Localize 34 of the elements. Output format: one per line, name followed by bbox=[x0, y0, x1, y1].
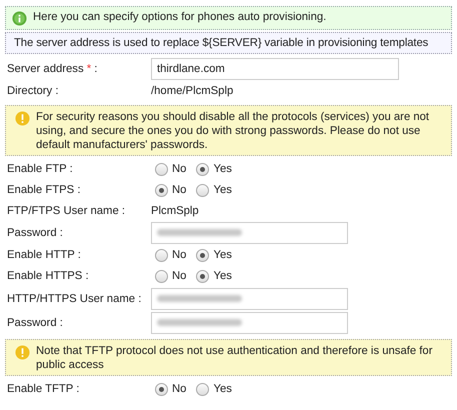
blurred-input-field[interactable] bbox=[151, 312, 348, 334]
field-label: Enable TFTP : bbox=[6, 382, 80, 398]
radio-option[interactable]: No bbox=[151, 247, 186, 264]
field-label: Directory : bbox=[6, 84, 60, 99]
field-label: Enable HTTP : bbox=[6, 248, 82, 264]
field-label: Password : bbox=[7, 316, 63, 329]
radio-option[interactable]: Yes bbox=[192, 381, 232, 398]
radio-option[interactable]: Yes bbox=[192, 161, 232, 178]
field-label: Enable HTTPS : bbox=[6, 269, 90, 284]
note-message: The server address is used to replace ${SERVER} variable in provisioning templates bbox=[14, 36, 428, 50]
warning-icon bbox=[15, 345, 30, 360]
radio-option[interactable]: Yes bbox=[192, 247, 232, 264]
field-value: PlcmSplp bbox=[151, 204, 199, 219]
radio-option[interactable]: No bbox=[151, 268, 186, 285]
radio-option[interactable]: No bbox=[151, 161, 186, 178]
warning-icon bbox=[15, 111, 30, 126]
radio-option[interactable]: Yes bbox=[192, 182, 232, 199]
blurred-input-field[interactable] bbox=[151, 288, 348, 310]
warning-message: Note that TFTP protocol does not use authentication and therefore is unsafe for public access bbox=[36, 344, 434, 372]
warning-message: For security reasons you should disable all the protocols (services) you are not using, and secure the ones you do with strong passwords. Please do not use default manufacturers' passwords. bbox=[36, 110, 430, 152]
blurred-input-field[interactable] bbox=[151, 222, 348, 244]
field-label: Enable FTPS : bbox=[6, 183, 82, 198]
field-label: Password : bbox=[7, 226, 63, 239]
input-field[interactable]: thirdlane.com bbox=[151, 58, 399, 80]
radio-option[interactable]: Yes bbox=[192, 268, 232, 285]
radio-option[interactable]: No bbox=[151, 182, 186, 199]
info-message: Here you can specify options for phones auto provisioning. bbox=[33, 10, 326, 24]
field-value: /home/PlcmSplp bbox=[151, 84, 234, 99]
radio-option[interactable]: No bbox=[151, 381, 186, 398]
field-label: HTTP/HTTPS User name : bbox=[7, 292, 142, 305]
info-icon bbox=[12, 11, 27, 26]
field-label: FTP/FTPS User name : bbox=[6, 204, 126, 219]
field-label: Enable FTP : bbox=[6, 162, 74, 178]
field-label: Server address * : bbox=[7, 62, 98, 75]
